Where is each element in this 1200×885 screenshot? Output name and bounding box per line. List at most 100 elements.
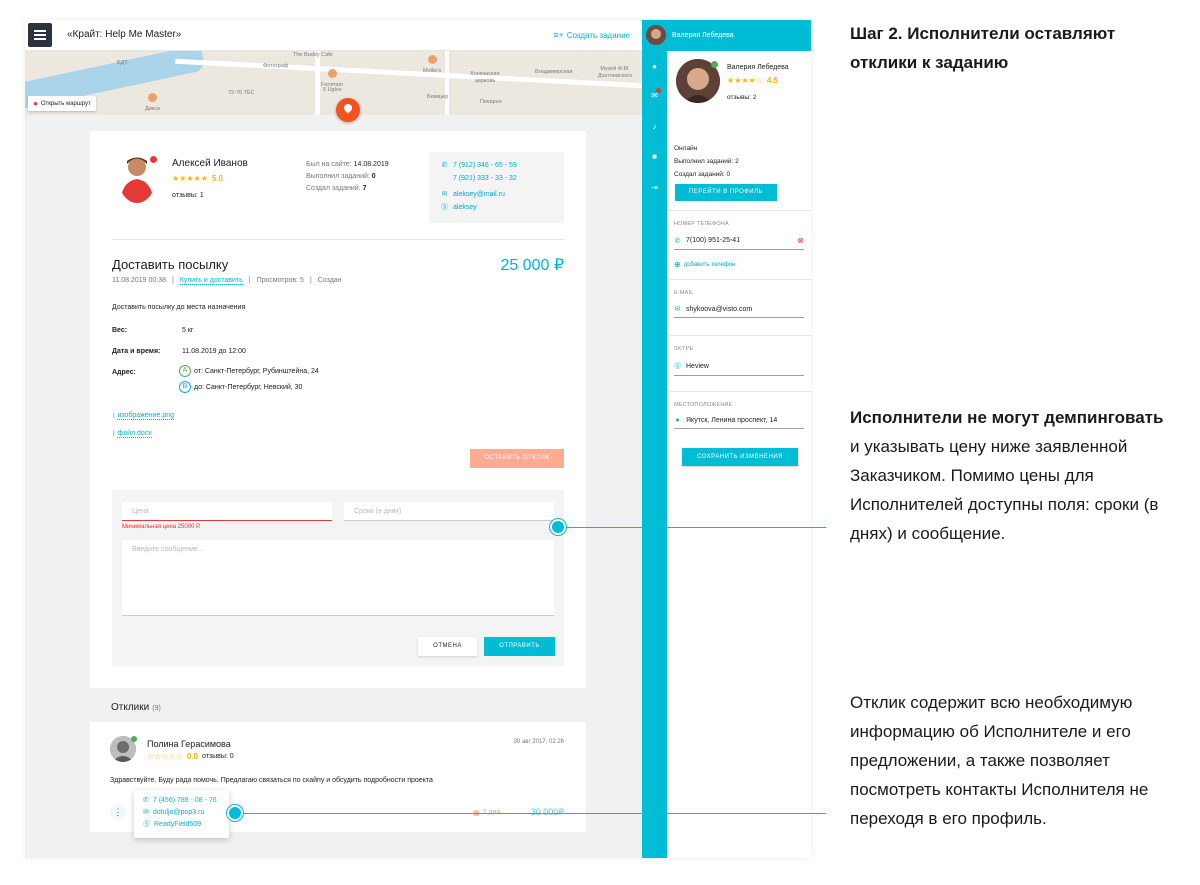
created-value: 7 [362,185,367,192]
bell-icon[interactable]: ♪ [650,122,659,131]
skype-icon: Ⓢ [143,821,150,828]
weight-label: Вес: [112,327,128,334]
remove-icon[interactable]: ⊗ [797,236,804,245]
address-label: Адрес: [112,369,136,376]
skype-label: SKYPE [674,346,694,352]
map-label: Конюшская церковь [470,71,500,84]
open-route-label: Открыть маршрут [40,100,91,107]
divider [112,239,564,240]
briefcase-icon[interactable]: ■ [650,152,659,161]
menu-button[interactable] [28,23,52,47]
skype-field[interactable]: Ⓢ Heview [674,361,804,376]
phone-icon: ✆ [441,162,448,169]
responses-count: (9) [152,705,161,712]
app-window: «Крайт: Help Me Master» ≡+ Создать задан… [25,20,811,858]
rating-stars: ★★★★☆ [727,76,763,85]
weight-value: 5 кг [182,327,194,334]
responder-rating: ☆☆☆☆☆ 0.0 отзывы: 0 [147,752,234,761]
address-from-text: от: Санкт-Петербург, Рубинштейна, 24 [194,367,319,375]
task-status: Создан [317,277,342,284]
add-phone-link[interactable]: ⊕ добавить телефон [674,260,736,269]
phone-icon: ✆ [674,237,681,245]
map[interactable]: The Buddy Cafe БДТ Фотограф Feromon 5 Ug… [25,51,642,115]
days-input[interactable]: Сроки (в днях) [344,502,554,521]
profile-completed: Выполнил заданий: 2 [674,158,739,165]
skype-row[interactable]: Ⓢaleksey [441,201,552,214]
task-category-link[interactable]: Купить и доставить [179,277,243,285]
phone-label: НОМЕР ТЕЛЕФОНА [674,221,729,227]
map-label: Бекицер [427,94,449,100]
popup-skype-value: ReadyField509 [154,821,202,828]
rating-stars: ☆☆☆☆☆ [147,752,183,761]
email-value: shykoova@visto.com [686,305,753,313]
mail-icon: ✉ [674,306,681,313]
datetime-value: 11.08.2019 до 12:00 [182,348,246,355]
phone-row[interactable]: ✆ 7 (912) 346 - 65 - 59 [441,159,552,172]
email-row[interactable]: ✉ aleksey@mail.ru [441,188,552,201]
price-input[interactable]: Цена [122,502,332,521]
responder-name[interactable]: Полина Герасимова [147,739,231,749]
profile-created: Создал заданий: 0 [674,171,731,178]
email-label: E-MAIL [674,290,694,296]
phone-row[interactable]: 7 (921) 333 - 33 - 32 [441,172,552,185]
skype-icon: Ⓢ [674,363,681,370]
popup-skype[interactable]: Ⓢ ReadyField509 [143,819,220,831]
completed-value: 0 [371,173,376,180]
responder-reviews: отзывы: 0 [201,753,234,760]
more-vertical-icon[interactable]: ⋮ [110,804,126,820]
logout-icon[interactable]: ⇥ [650,183,659,192]
map-road [315,51,320,115]
phone-field[interactable]: ✆ 7(100) 951-25-41 ⊗ [674,236,804,250]
create-task-button[interactable]: ≡+ Создать задание [553,30,630,40]
attachment-link[interactable]: ⌇ изображение.png [112,412,175,420]
task-card: Алексей Иванов ★★★★★ 5.0 отзывы: 1 Был н… [90,131,586,688]
task-views: Просмотров: 5 [256,277,304,284]
divider [667,279,811,280]
rating-value: 5.0 [211,174,223,183]
divider [667,335,811,336]
phone-1: 7 (912) 346 - 65 - 59 [453,162,517,169]
location-pin-icon[interactable] [336,98,360,122]
leave-response-button[interactable]: ОСТАВИТЬ ОТКЛИК [470,449,564,468]
cancel-button[interactable]: ОТМЕНА [418,637,477,656]
note-1-bold: Исполнители не могут демпинговать [850,408,1164,427]
open-route-button[interactable]: ● Открыть маршрут [28,96,96,111]
go-to-profile-button[interactable]: ПЕРЕЙТИ В ПРОФИЛЬ [675,184,777,201]
attachment-link[interactable]: ⌇ файл.docx [112,430,152,438]
profile-stats: Онлайн Выполнил заданий: 2 Создал задани… [674,142,739,181]
submit-button[interactable]: ОТПРАВИТЬ [484,637,555,656]
note-2: Отклик содержит всю необходимую информац… [850,693,1149,828]
app-title: «Крайт: Help Me Master» [67,29,182,40]
popup-phone[interactable]: ✆ 7 (456) 789 - 08 - 76 [143,795,220,807]
contacts-popup: ✆ 7 (456) 789 - 08 - 76 ✉ dotuljo@pop3.ru … [134,790,229,838]
message-textarea[interactable]: Введите сообщение... [122,540,554,616]
task-title: Доставить посылку [112,257,229,272]
email-field[interactable]: ✉ shykoova@visto.com [674,305,804,318]
panel-header: Валерия Лебедева [642,20,811,51]
user-icon[interactable]: ● [650,62,659,71]
popup-email[interactable]: ✉ dotuljo@pop3.ru [143,807,220,819]
address-to: B до: Санкт-Петербург, Невский, 30 [179,381,302,393]
map-label: Фотограф [263,63,289,69]
paperclip-icon: ⌇ [112,413,116,420]
divider [667,391,811,392]
profile-panel: Валерия Лебедева ★★★★☆ 4.5 отзывы: 2 Онл… [667,51,811,858]
create-task-label: Создать задание [566,30,630,40]
location-field[interactable]: ● Якутск, Ленина проспект, 14 [674,417,804,429]
map-label: БДТ [117,60,128,66]
mail-icon: ✉ [143,809,149,816]
author-name[interactable]: Алексей Иванов [172,158,248,169]
notification-badge [656,88,661,93]
note-1: Исполнители не могут демпинговать и указ… [850,403,1170,548]
callout-line [566,527,826,528]
user-avatar-small[interactable] [646,25,666,45]
datetime-label: Дата и время: [112,348,161,355]
response-date: 30 авг 2017, 02:26 [513,739,564,745]
location-pin-icon: ● [675,417,680,424]
callout-line [243,813,826,814]
location-value: Якутск, Ленина проспект, 14 [686,417,778,424]
poi-icon [327,69,337,78]
profile-status: Онлайн [674,145,698,152]
save-changes-button[interactable]: СОХРАНИТЬ ИЗМЕНЕНИЯ [682,448,798,466]
top-bar: «Крайт: Help Me Master» ≡+ Создать задан… [25,20,642,51]
